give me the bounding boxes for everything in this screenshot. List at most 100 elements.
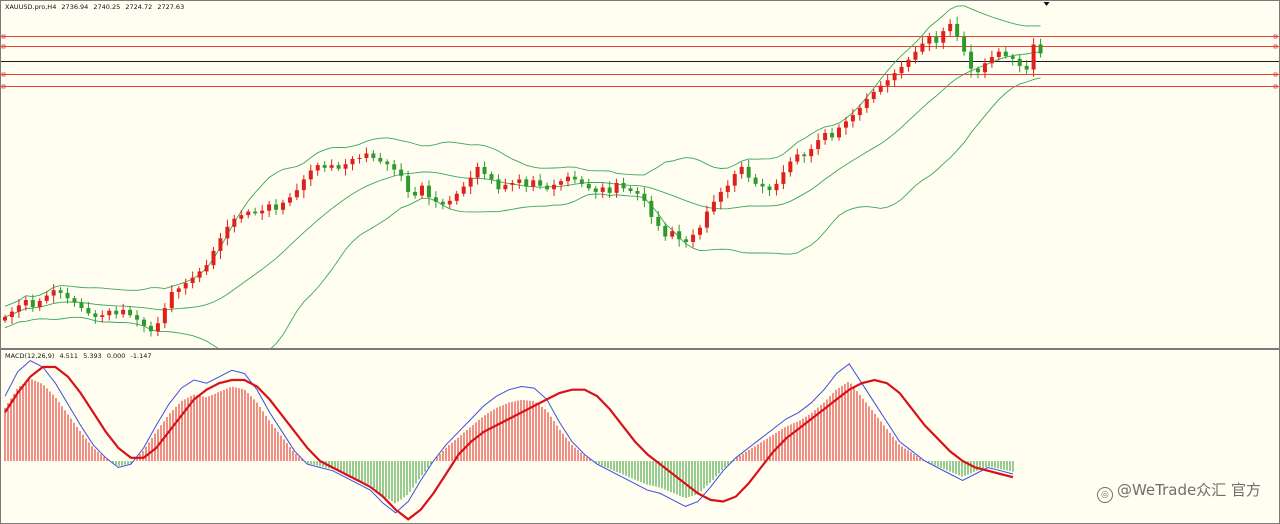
price-chart[interactable] xyxy=(1,1,1279,348)
candle xyxy=(837,124,841,141)
candle-body xyxy=(760,183,765,187)
candle xyxy=(107,308,112,321)
candle-body xyxy=(503,184,508,190)
candle-body xyxy=(225,226,230,239)
candle-body xyxy=(440,201,445,205)
candle xyxy=(642,187,647,208)
candle xyxy=(969,44,974,78)
candle xyxy=(350,156,355,171)
candle xyxy=(830,127,835,141)
candle xyxy=(586,178,591,191)
candle-body xyxy=(322,165,327,168)
candle xyxy=(204,259,209,276)
candle xyxy=(579,176,584,188)
candle xyxy=(989,50,994,68)
candle-body xyxy=(711,201,716,212)
candle-body xyxy=(58,290,63,293)
candle-body xyxy=(142,319,146,326)
candle-body xyxy=(260,210,265,214)
candle-body xyxy=(559,181,563,185)
candle-body xyxy=(843,121,848,128)
candle xyxy=(698,224,702,240)
candle xyxy=(253,207,258,216)
candle xyxy=(301,175,306,198)
candle xyxy=(816,133,821,155)
candle xyxy=(795,148,800,165)
candle xyxy=(440,198,445,210)
candle xyxy=(948,19,953,36)
candle xyxy=(274,199,279,216)
candle-body xyxy=(392,164,397,170)
candle xyxy=(357,154,362,164)
candle xyxy=(65,287,70,304)
candle xyxy=(781,165,786,190)
candle xyxy=(371,150,376,162)
candle xyxy=(482,161,487,180)
candle-body xyxy=(274,204,279,210)
candle xyxy=(732,170,737,192)
candle-body xyxy=(830,132,835,138)
candle-body xyxy=(37,300,42,308)
candle xyxy=(176,286,181,299)
candle-body xyxy=(538,180,543,186)
macd-chart[interactable] xyxy=(1,350,1279,523)
close-value: 2727.63 xyxy=(157,3,185,11)
candle-body xyxy=(906,59,911,67)
candle-body xyxy=(183,283,188,289)
candle-body xyxy=(65,292,70,299)
candle-body xyxy=(489,174,494,180)
candle-body xyxy=(378,157,383,162)
candle-body xyxy=(746,166,751,178)
candle xyxy=(677,224,682,247)
candle-body xyxy=(1017,58,1022,66)
candle xyxy=(281,199,285,215)
candle xyxy=(489,171,494,184)
price-chart-pane[interactable]: XAUUSD.pro,H4 2736.94 2740.25 2724.72 27… xyxy=(0,0,1280,349)
macd-title: MACD(12,26,9) 4.511 5.393 0.000 -1.147 xyxy=(5,352,154,360)
candle-body xyxy=(684,239,689,242)
candle-body xyxy=(3,316,7,321)
candle-body xyxy=(482,166,487,175)
candle-body xyxy=(315,165,320,171)
candle-body xyxy=(941,31,946,43)
candle-body xyxy=(718,191,723,202)
candle xyxy=(628,186,633,194)
candle xyxy=(58,287,63,299)
symbol-label: XAUUSD.pro,H4 xyxy=(5,3,57,11)
candle xyxy=(475,162,480,185)
candle xyxy=(572,170,577,184)
candle-body xyxy=(837,127,841,138)
watermark: ◎ @WeTrade众汇 官方 xyxy=(1096,479,1261,503)
candle xyxy=(9,307,14,325)
candle xyxy=(79,298,84,312)
candle xyxy=(315,162,320,176)
candle xyxy=(426,180,431,206)
candle-body xyxy=(468,177,473,187)
candle-body xyxy=(809,149,814,157)
candle-body xyxy=(447,200,452,205)
candle-body xyxy=(406,175,411,192)
macd-name: MACD(12,26,9) xyxy=(5,352,55,360)
candle-body xyxy=(802,154,807,157)
watermark-logo-icon: ◎ xyxy=(1096,487,1113,503)
candle xyxy=(413,186,418,199)
candle-body xyxy=(934,36,939,43)
candle-body xyxy=(148,325,153,332)
candle-body xyxy=(552,184,557,190)
candle-body xyxy=(308,170,313,180)
candle-body xyxy=(698,227,702,235)
candle xyxy=(767,184,772,197)
candle xyxy=(941,27,946,49)
candle-body xyxy=(857,107,862,116)
candle-body xyxy=(545,185,550,190)
candle-body xyxy=(899,66,904,74)
candle xyxy=(3,314,7,323)
candle xyxy=(392,159,397,176)
candle xyxy=(593,186,598,199)
candle xyxy=(823,129,828,145)
candle xyxy=(962,31,967,56)
candle-body xyxy=(969,51,974,69)
candle-body xyxy=(725,185,730,192)
candle-body xyxy=(30,300,35,308)
macd-pane[interactable]: MACD(12,26,9) 4.511 5.393 0.000 -1.147 ◎… xyxy=(0,349,1280,524)
